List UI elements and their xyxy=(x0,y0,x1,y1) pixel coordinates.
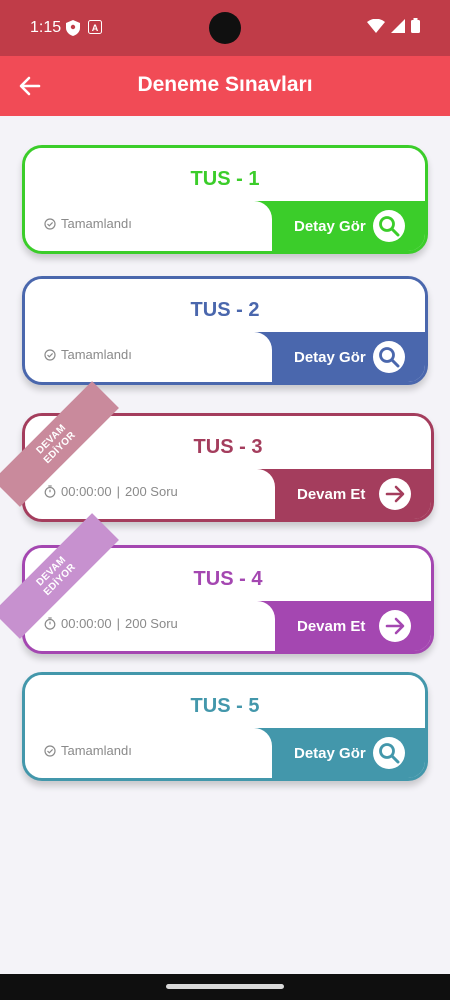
timer-icon xyxy=(44,485,56,498)
action-icon-circle xyxy=(373,737,405,769)
exam-card: TUS - 1 Tamamlandı Detay Gör xyxy=(22,145,428,254)
wifi-icon xyxy=(367,18,385,33)
search-icon xyxy=(379,743,400,764)
details-button[interactable]: Detay Gör xyxy=(272,728,425,778)
svg-text:A: A xyxy=(92,23,99,33)
details-button[interactable]: Detay Gör xyxy=(272,332,425,382)
system-icons xyxy=(367,18,420,33)
signal-icon xyxy=(391,18,405,33)
divider: | xyxy=(116,616,120,631)
check-circle-icon xyxy=(44,348,56,361)
continue-button[interactable]: Devam Et xyxy=(275,601,431,651)
check-circle-icon xyxy=(44,217,56,230)
exam-status: 00:00:00 | 200 Soru xyxy=(44,484,178,499)
exam-status: Tamamlandı xyxy=(44,743,132,758)
exam-title: TUS - 5 xyxy=(190,695,260,717)
action-label: Devam Et xyxy=(297,617,366,635)
check-circle-icon xyxy=(44,744,56,757)
status-bar: 1:15 A xyxy=(0,0,450,56)
details-button[interactable]: Detay Gör xyxy=(272,201,425,251)
action-label: Detay Gör xyxy=(294,217,366,235)
question-count: 200 Soru xyxy=(125,616,178,631)
navigation-bar xyxy=(0,974,450,1000)
status-text: Tamamlandı xyxy=(61,743,132,758)
exam-status: 00:00:00 | 200 Soru xyxy=(44,616,178,631)
action-icon-circle xyxy=(379,610,411,642)
divider: | xyxy=(116,484,120,499)
battery-icon xyxy=(411,18,420,33)
app-bar: Deneme Sınavları xyxy=(0,56,450,116)
search-icon xyxy=(379,347,400,368)
exam-card: TUS - 2 Tamamlandı Detay Gör xyxy=(22,276,428,385)
front-camera xyxy=(209,12,241,44)
status-time: 1:15 xyxy=(30,19,62,36)
page-title: Deneme Sınavları xyxy=(137,73,313,96)
notification-icons: A xyxy=(66,20,102,36)
shield-icon xyxy=(66,20,80,36)
gesture-handle[interactable] xyxy=(166,984,284,989)
action-label: Detay Gör xyxy=(294,348,366,366)
exam-title: TUS - 1 xyxy=(190,168,260,190)
exam-title: TUS - 2 xyxy=(190,299,260,321)
search-icon xyxy=(379,216,400,237)
status-text: Tamamlandı xyxy=(61,347,132,362)
timer-icon xyxy=(44,617,56,630)
exam-card: TUS - 5 Tamamlandı Detay Gör xyxy=(22,672,428,781)
action-label: Detay Gör xyxy=(294,744,366,762)
font-app-icon: A xyxy=(88,20,102,34)
status-text: Tamamlandı xyxy=(61,216,132,231)
question-count: 200 Soru xyxy=(125,484,178,499)
continue-button[interactable]: Devam Et xyxy=(275,469,431,519)
exam-status: Tamamlandı xyxy=(44,216,132,231)
exam-status: Tamamlandı xyxy=(44,347,132,362)
timer-text: 00:00:00 xyxy=(61,484,112,499)
arrow-right-icon xyxy=(385,617,405,635)
action-label: Devam Et xyxy=(297,485,366,503)
action-icon-circle xyxy=(379,478,411,510)
action-icon-circle xyxy=(373,341,405,373)
action-icon-circle xyxy=(373,210,405,242)
arrow-right-icon xyxy=(385,485,405,503)
timer-text: 00:00:00 xyxy=(61,616,112,631)
